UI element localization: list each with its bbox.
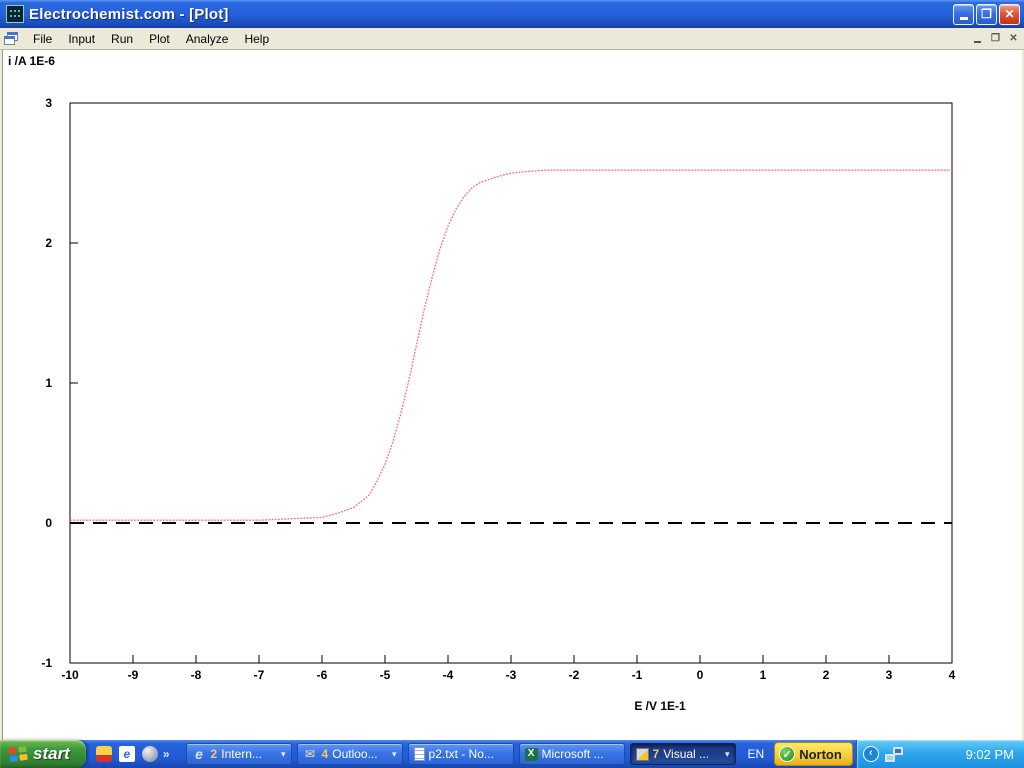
norton-taskbar-badge[interactable]: ✓ Norton (774, 742, 853, 766)
minimize-icon (960, 17, 968, 20)
x-tick-label: 1 (760, 668, 767, 682)
task-button-group: e 2 Intern... ▾ ✉ 4 Outloo... ▾ p2.txt -… (186, 743, 736, 765)
quick-launch-bar: e » (96, 746, 170, 762)
norton-check-icon: ✓ (779, 746, 795, 762)
y-tick-label: 1 (45, 376, 52, 390)
network-icon[interactable] (885, 747, 903, 762)
x-axis-title: E /V 1E-1 (634, 699, 686, 713)
menu-file[interactable]: File (25, 30, 60, 48)
mdi-minimize-button[interactable] (969, 31, 986, 46)
x-tick-label: -8 (191, 668, 202, 682)
plot-client-area: i /A 1E-6E /V 1E-1-10-9-8-7-6-5-4-3-2-10… (0, 50, 1024, 740)
quicklaunch-search-icon[interactable] (96, 746, 112, 762)
group-count: 7 (653, 747, 660, 761)
taskbar-button-outlook[interactable]: ✉ 4 Outloo... ▾ (297, 743, 403, 765)
restore-button[interactable]: ❐ (976, 4, 997, 25)
desktop-screen: Electrochemist.com - [Plot] ❐ ✕ File Inp… (0, 0, 1024, 768)
task-button-label: Visual ... (663, 747, 721, 761)
notepad-icon (414, 747, 425, 761)
menu-bar: File Input Run Plot Analyze Help ❐ ✕ (0, 28, 1024, 50)
task-button-label: Outloo... (332, 747, 388, 761)
tray-collapse-chevron-icon[interactable]: ‹ (863, 746, 879, 762)
quicklaunch-messenger-icon[interactable] (142, 746, 158, 762)
x-tick-label: -2 (569, 668, 580, 682)
y-tick-label: 0 (45, 516, 52, 530)
menu-input[interactable]: Input (60, 30, 103, 48)
x-tick-label: -5 (380, 668, 391, 682)
menu-help[interactable]: Help (236, 30, 277, 48)
group-count: 4 (322, 747, 329, 761)
mdi-restore-button[interactable]: ❐ (987, 31, 1004, 46)
task-button-label: p2.txt - No... (429, 747, 508, 761)
language-indicator[interactable]: EN (748, 747, 765, 761)
taskbar: start e » e 2 Intern... ▾ ✉ 4 Outloo... … (0, 740, 1024, 768)
y-tick-label: 3 (45, 96, 52, 110)
taskbar-button-internet-explorer[interactable]: e 2 Intern... ▾ (186, 743, 292, 765)
start-button[interactable]: start (0, 740, 86, 768)
outlook-icon: ✉ (303, 747, 318, 762)
norton-label: Norton (799, 747, 842, 762)
x-tick-label: 0 (697, 668, 704, 682)
y-tick-label: 2 (45, 236, 52, 250)
windows-flag-icon (8, 745, 28, 763)
x-tick-label: -7 (254, 668, 265, 682)
dropdown-icon: ▾ (281, 749, 286, 760)
y-axis-title: i /A 1E-6 (8, 54, 55, 68)
title-bar[interactable]: Electrochemist.com - [Plot] ❐ ✕ (0, 0, 1024, 28)
taskbar-clock[interactable]: 9:02 PM (966, 747, 1014, 762)
taskbar-button-notepad[interactable]: p2.txt - No... (408, 743, 514, 765)
x-tick-label: -9 (128, 668, 139, 682)
start-label: start (33, 744, 70, 764)
menu-analyze[interactable]: Analyze (178, 30, 237, 48)
system-tray: ‹ 9:02 PM (856, 740, 1024, 768)
x-tick-label: 2 (823, 668, 830, 682)
mdi-minimize-icon (974, 41, 981, 43)
internet-explorer-icon: e (192, 747, 207, 762)
x-tick-label: 4 (949, 668, 956, 682)
menu-run[interactable]: Run (103, 30, 141, 48)
x-tick-label: -1 (632, 668, 643, 682)
task-button-label: Intern... (221, 747, 277, 761)
plot-canvas: i /A 1E-6E /V 1E-1-10-9-8-7-6-5-4-3-2-10… (0, 50, 1024, 740)
visual-app-icon (636, 748, 649, 761)
window-title: Electrochemist.com - [Plot] (29, 6, 951, 23)
window-frame-left (0, 50, 3, 740)
mdi-close-button[interactable]: ✕ (1005, 31, 1022, 46)
x-tick-label: -10 (61, 668, 79, 682)
excel-icon: X (525, 748, 538, 761)
menu-plot[interactable]: Plot (141, 30, 178, 48)
dropdown-icon: ▾ (392, 749, 397, 760)
x-tick-label: -4 (443, 668, 454, 682)
task-button-label: Microsoft ... (542, 747, 619, 761)
x-tick-label: -3 (506, 668, 517, 682)
minimize-button[interactable] (953, 4, 974, 25)
dropdown-icon: ▾ (725, 749, 730, 760)
quicklaunch-ie-icon[interactable]: e (119, 746, 135, 762)
plot-frame (70, 103, 952, 663)
mdi-child-icon[interactable] (4, 32, 19, 45)
quicklaunch-more-chevron-icon[interactable]: » (163, 747, 170, 761)
app-icon[interactable] (6, 5, 24, 23)
x-tick-label: 3 (886, 668, 893, 682)
close-button[interactable]: ✕ (999, 4, 1020, 25)
y-tick-label: -1 (41, 656, 52, 670)
x-tick-label: -6 (317, 668, 328, 682)
series-simulated-voltammogram (70, 170, 952, 520)
taskbar-button-excel[interactable]: X Microsoft ... (519, 743, 625, 765)
group-count: 2 (211, 747, 218, 761)
taskbar-button-visual-active[interactable]: 7 Visual ... ▾ (630, 743, 736, 765)
